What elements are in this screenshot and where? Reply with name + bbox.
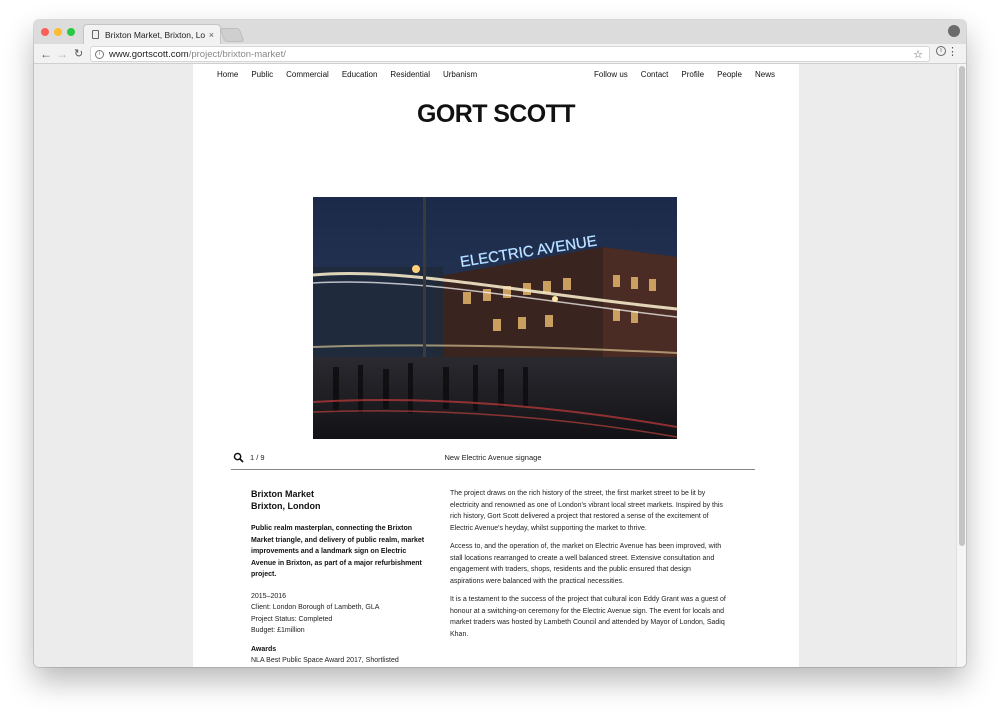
secondary-nav: Follow us Contact Profile People News — [594, 70, 775, 79]
browser-window: Brixton Market, Brixton, London × ← → ↻ … — [34, 20, 966, 667]
site-logo[interactable]: GORT SCOTT — [193, 100, 799, 129]
reload-icon[interactable]: ↻ — [74, 46, 83, 62]
primary-nav: Home Public Commercial Education Residen… — [217, 70, 477, 79]
gallery-image[interactable]: ELECTRIC AVENUE — [313, 197, 677, 439]
bookmark-star-icon[interactable]: ☆ — [913, 48, 923, 61]
awards-heading: Awards — [251, 645, 277, 653]
nav-follow-us[interactable]: Follow us — [594, 70, 628, 79]
description-paragraph: It is a testament to the success of the … — [450, 596, 726, 638]
new-tab-button[interactable] — [219, 28, 245, 42]
gallery-controls: 1 / 9 New Electric Avenue signage — [231, 451, 755, 469]
url-host: www.gortscott.com — [109, 48, 189, 60]
project-budget: Budget: £1million — [251, 627, 305, 634]
close-icon[interactable]: × — [209, 30, 214, 40]
section-divider — [231, 469, 755, 470]
back-arrow-icon[interactable]: ← — [40, 46, 52, 62]
description-paragraph: The project draws on the rich history of… — [450, 490, 723, 532]
minimize-window-button[interactable] — [54, 28, 62, 36]
project-status: Project Status: Completed — [251, 615, 333, 623]
project-title: Brixton Market — [251, 489, 315, 499]
project-client: Client: London Borough of Lambeth, GLA — [251, 604, 380, 611]
maximize-window-button[interactable] — [67, 28, 75, 36]
browser-toolbar: ← → ↻ i www.gortscott.com /project/brixt… — [34, 44, 966, 64]
page-icon — [92, 30, 99, 39]
project-location: Brixton, London — [251, 501, 321, 511]
page-viewport: Home Public Commercial Education Residen… — [34, 64, 966, 667]
nav-urbanism[interactable]: Urbanism — [443, 70, 477, 79]
nav-residential[interactable]: Residential — [390, 70, 430, 79]
project-description: The project draws on the rich history of… — [450, 488, 726, 647]
scroll-thumb[interactable] — [959, 66, 965, 546]
url-path: /project/brixton-market/ — [188, 48, 286, 60]
tab-title: Brixton Market, Brixton, London — [105, 29, 205, 40]
project-meta: 2015–2016 Client: London Borough of Lamb… — [251, 591, 431, 637]
close-window-button[interactable] — [41, 28, 49, 36]
gallery-caption: New Electric Avenue signage — [444, 453, 542, 462]
scrollbar[interactable] — [956, 64, 966, 667]
nav-news[interactable]: News — [755, 70, 775, 79]
address-bar[interactable]: i www.gortscott.com /project/brixton-mar… — [90, 46, 930, 62]
awards-value: NLA Best Public Space Award 2017, Shortl… — [251, 657, 399, 664]
profile-icon[interactable] — [948, 25, 960, 37]
project-years: 2015–2016 — [251, 592, 287, 600]
project-summary: Public realm masterplan, connecting the … — [251, 525, 425, 578]
nav-commercial[interactable]: Commercial — [286, 70, 329, 79]
extension-icon[interactable]: i — [936, 46, 946, 56]
nav-contact[interactable]: Contact — [641, 70, 669, 79]
description-paragraph: Access to, and the operation of, the mar… — [450, 543, 722, 585]
tab-strip: Brixton Market, Brixton, London × — [34, 20, 966, 44]
nav-education[interactable]: Education — [342, 70, 378, 79]
info-icon[interactable]: i — [95, 49, 104, 59]
forward-arrow-icon[interactable]: → — [56, 46, 68, 62]
menu-dots-icon[interactable]: ⋮ — [947, 45, 958, 58]
project-info: Brixton Market Brixton, London Public re… — [251, 488, 431, 667]
browser-tab[interactable]: Brixton Market, Brixton, London × — [83, 24, 221, 44]
nav-people[interactable]: People — [717, 70, 742, 79]
web-page: Home Public Commercial Education Residen… — [193, 64, 799, 667]
nav-home[interactable]: Home — [217, 70, 238, 79]
nav-profile[interactable]: Profile — [681, 70, 704, 79]
nav-public[interactable]: Public — [251, 70, 273, 79]
